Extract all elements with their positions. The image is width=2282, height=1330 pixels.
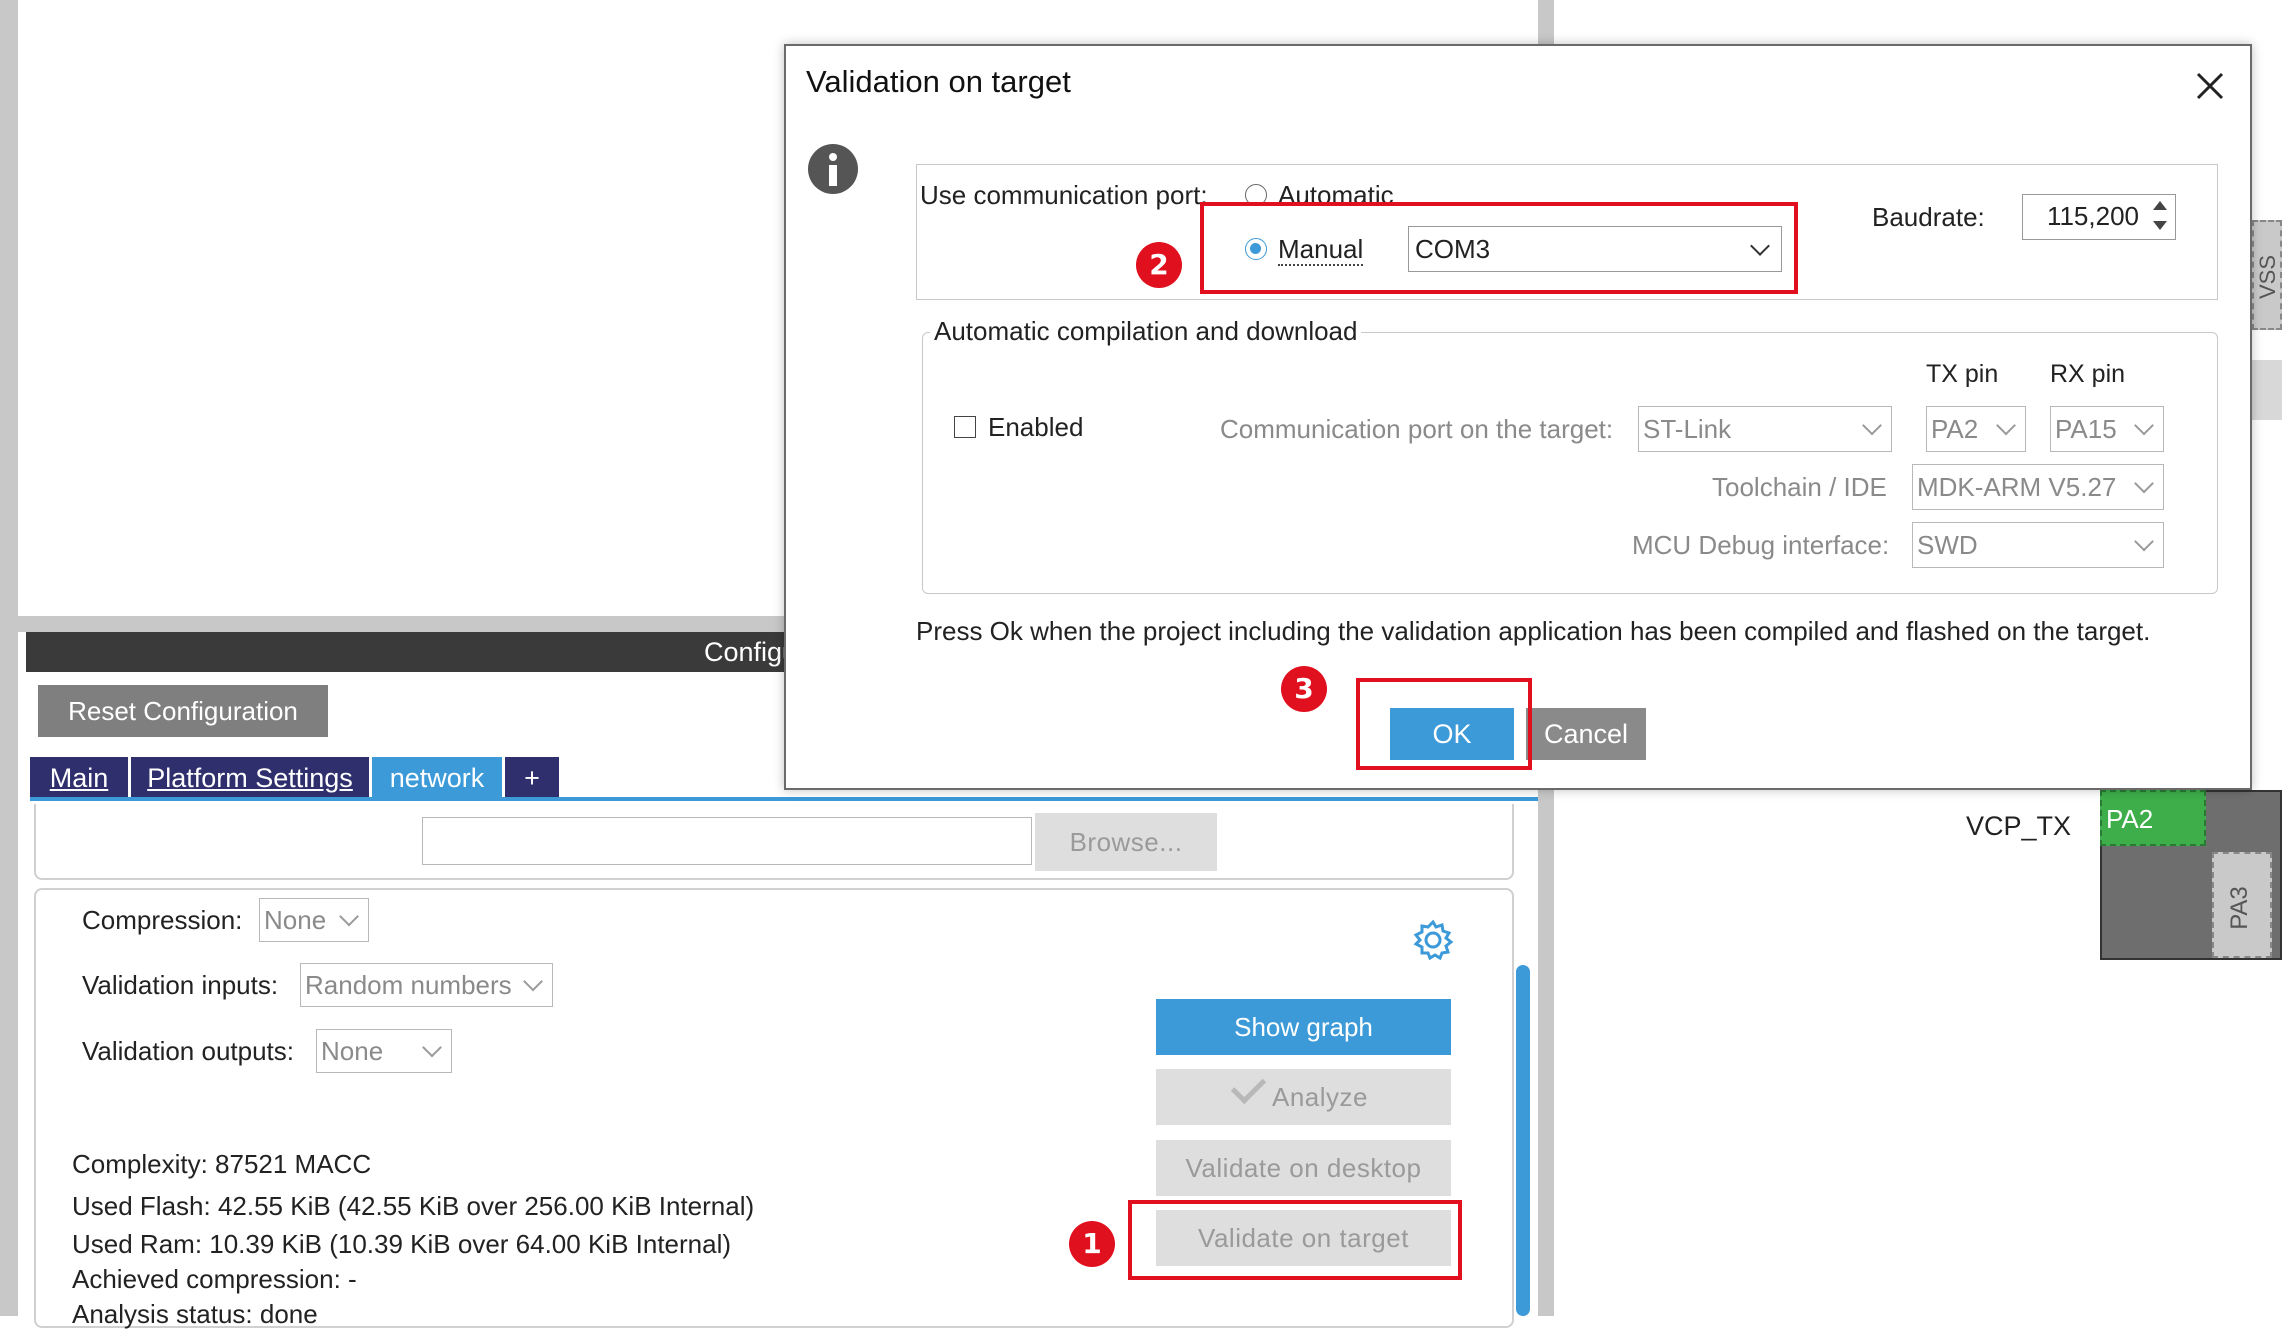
- toolchain-label: Toolchain / IDE: [1712, 472, 1887, 502]
- used-flash-text: Used Flash: 42.55 KiB (42.55 KiB over 25…: [72, 1191, 755, 1221]
- auto-compile-group-title: Automatic compilation and download: [930, 316, 1362, 347]
- validation-outputs-label: Validation outputs:: [82, 1036, 294, 1066]
- spinner-down-icon[interactable]: [2153, 221, 2167, 230]
- tx-pin-label: TX pin: [1926, 360, 1999, 388]
- check-icon: [1230, 1068, 1267, 1105]
- tab-underline: [30, 797, 1538, 801]
- analyze-button[interactable]: Analyze: [1156, 1068, 1451, 1125]
- compression-select[interactable]: None: [259, 898, 369, 942]
- validation-outputs-value: None: [321, 1036, 384, 1066]
- reset-configuration-button[interactable]: Reset Configuration: [38, 685, 328, 737]
- tab-platform-settings[interactable]: Platform Settings: [131, 757, 369, 799]
- cancel-button[interactable]: Cancel: [1526, 708, 1646, 760]
- toolchain-value: MDK-ARM V5.27: [1917, 472, 2117, 502]
- chevron-down-icon: [2134, 531, 2154, 552]
- validation-inputs-value: Random numbers: [305, 970, 512, 1000]
- left-border: [0, 0, 18, 1316]
- show-graph-button[interactable]: Show graph: [1156, 999, 1451, 1055]
- dialog-message: Press Ok when the project including the …: [916, 616, 2151, 646]
- annotation-badge-2: 2: [1136, 242, 1182, 288]
- used-ram-text: Used Ram: 10.39 KiB (10.39 KiB over 64.0…: [72, 1229, 732, 1259]
- chevron-down-icon: [2134, 473, 2154, 494]
- chevron-down-icon: [2134, 415, 2154, 436]
- pin-pa3[interactable]: PA3: [2212, 852, 2272, 958]
- pin-pa2[interactable]: PA2: [2100, 790, 2206, 846]
- baudrate-value: 115,200: [2046, 201, 2139, 231]
- chevron-down-icon: [1862, 415, 1882, 436]
- compression-value: None: [264, 905, 327, 935]
- chevron-down-icon: [523, 971, 543, 992]
- validation-inputs-label: Validation inputs:: [82, 970, 279, 1000]
- enabled-checkbox[interactable]: [954, 416, 976, 438]
- toolchain-select[interactable]: MDK-ARM V5.27: [1912, 464, 2164, 510]
- annotation-box-ok: [1356, 678, 1532, 770]
- analysis-status-text: Analysis status: done: [72, 1299, 318, 1329]
- debug-interface-label: MCU Debug interface:: [1632, 530, 1890, 560]
- vcp-tx-label: VCP_TX: [1966, 811, 2072, 841]
- baudrate-label: Baudrate:: [1872, 202, 1985, 232]
- chevron-down-icon: [422, 1037, 442, 1058]
- gear-icon[interactable]: [1411, 918, 1455, 962]
- annotation-badge-1: 1: [1069, 1221, 1115, 1267]
- tx-pin-value: PA2: [1931, 414, 1979, 444]
- analyze-label: Analyze: [1272, 1082, 1368, 1112]
- pin-pa3-label: PA3: [2225, 886, 2253, 930]
- tab-add[interactable]: +: [505, 757, 559, 799]
- compression-label: Compression:: [82, 905, 243, 935]
- panel-scrollbar[interactable]: [1516, 965, 1530, 1316]
- comm-port-label: Use communication port:: [920, 180, 1208, 210]
- spinner-up-icon[interactable]: [2153, 201, 2167, 210]
- baudrate-spinner[interactable]: 115,200: [2022, 194, 2176, 240]
- validate-on-desktop-button[interactable]: Validate on desktop: [1156, 1140, 1451, 1196]
- rx-pin-label: RX pin: [2050, 360, 2126, 388]
- chevron-down-icon: [339, 906, 359, 927]
- info-icon: [808, 144, 858, 194]
- annotation-box-validate: [1128, 1200, 1462, 1280]
- pin-vss[interactable]: VSS: [2252, 220, 2282, 330]
- comm-target-select[interactable]: ST-Link: [1638, 406, 1892, 452]
- rx-pin-value: PA15: [2055, 414, 2117, 444]
- pin-pa2-label: PA2: [2106, 804, 2154, 834]
- debug-interface-value: SWD: [1917, 530, 1978, 560]
- debug-interface-select[interactable]: SWD: [1912, 522, 2164, 568]
- chevron-down-icon: [1996, 415, 2016, 436]
- annotation-box-manual: [1200, 202, 1798, 294]
- validation-outputs-select[interactable]: None: [316, 1029, 452, 1073]
- dialog-title: Validation on target: [806, 64, 1071, 99]
- pin-marker: [2252, 360, 2282, 420]
- close-icon[interactable]: [2190, 66, 2230, 106]
- validation-inputs-select[interactable]: Random numbers: [300, 963, 553, 1007]
- tab-main[interactable]: Main: [30, 757, 128, 799]
- achieved-compression-text: Achieved compression: -: [72, 1264, 357, 1294]
- enabled-label: Enabled: [988, 412, 1084, 442]
- comm-target-value: ST-Link: [1643, 414, 1732, 444]
- complexity-text: Complexity: 87521 MACC: [72, 1149, 372, 1179]
- tab-network[interactable]: network: [372, 757, 502, 799]
- annotation-badge-3: 3: [1281, 666, 1327, 712]
- pin-vss-label: VSS: [2255, 254, 2281, 300]
- browse-button[interactable]: Browse...: [1035, 813, 1217, 871]
- model-file-input[interactable]: [422, 817, 1032, 865]
- rx-pin-select[interactable]: PA15: [2050, 406, 2164, 452]
- tx-pin-select[interactable]: PA2: [1926, 406, 2026, 452]
- comm-target-label: Communication port on the target:: [1220, 414, 1614, 444]
